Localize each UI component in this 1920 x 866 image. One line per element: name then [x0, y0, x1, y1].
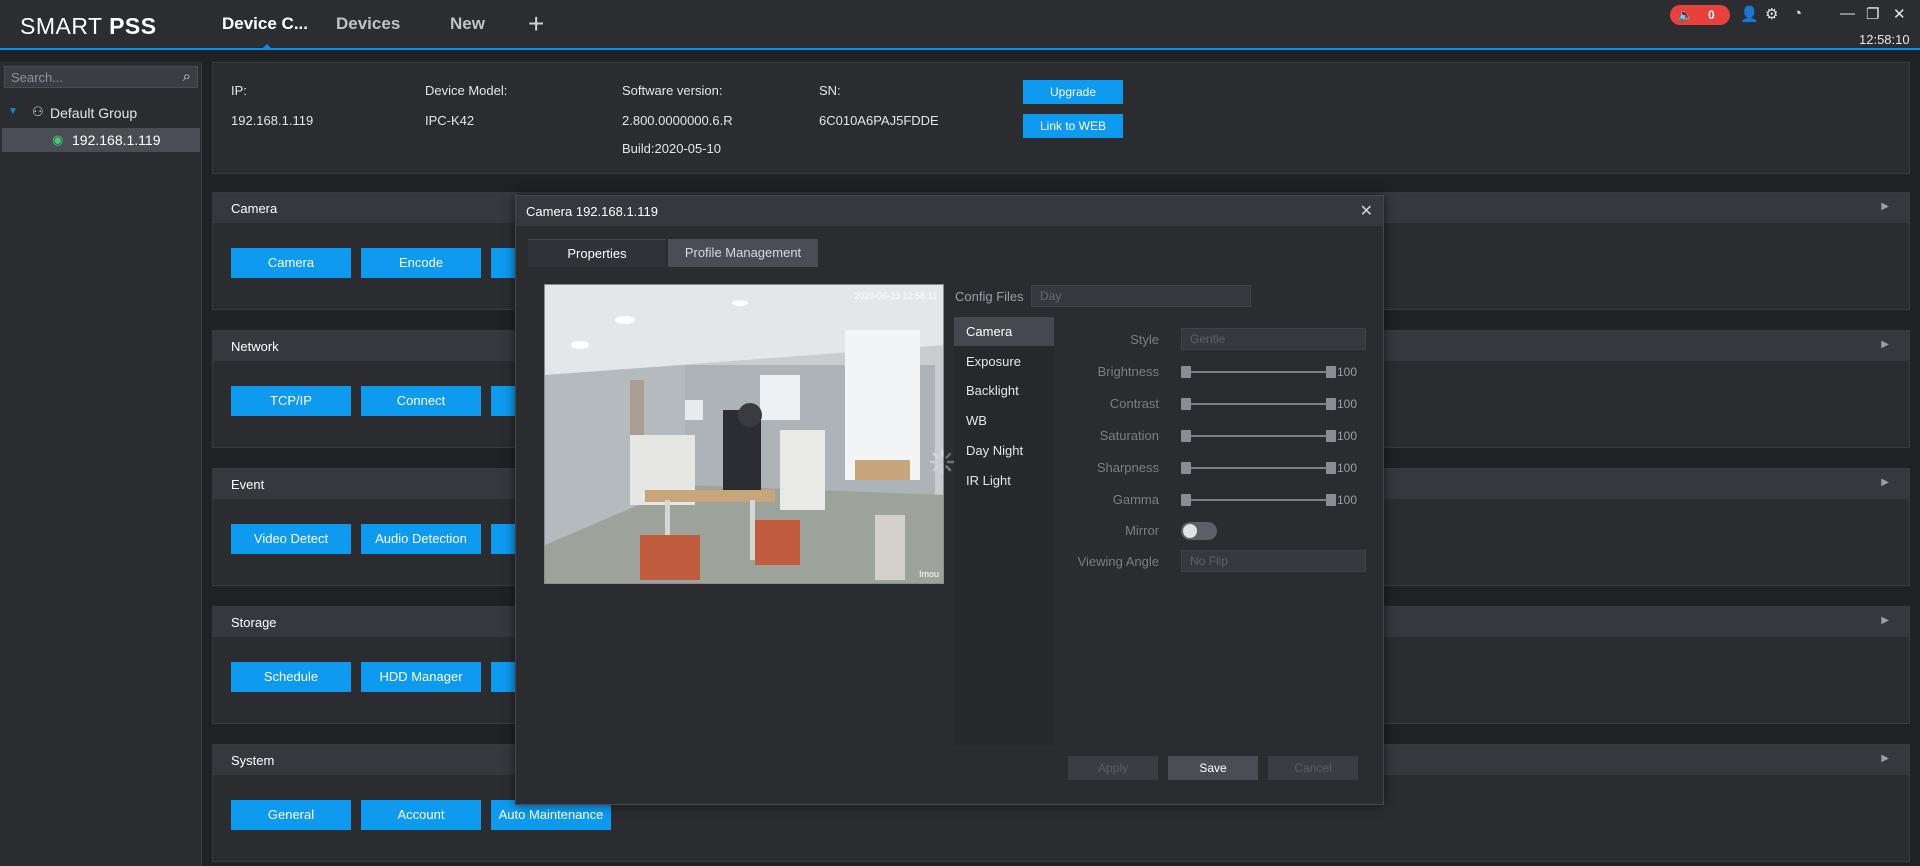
software-value: 2.800.0000000.6.R	[622, 113, 733, 128]
close-icon[interactable]: ✕	[1893, 5, 1906, 23]
group-tree-icon: ⚇	[32, 104, 44, 119]
upgrade-button[interactable]: Upgrade	[1023, 80, 1123, 104]
expand-arrow-icon[interactable]: ▶	[1881, 615, 1889, 626]
sharpness-label: Sharpness	[1096, 460, 1159, 475]
hdd-manager-button[interactable]: HDD Manager	[361, 662, 481, 692]
sharpness-slider[interactable]	[1181, 462, 1336, 474]
brightness-slider[interactable]	[1181, 366, 1336, 378]
camera-watermark: Imou	[918, 569, 939, 579]
viewing-angle-select[interactable]: No Flip	[1181, 550, 1366, 572]
search-input[interactable]	[11, 69, 171, 85]
dialog-title: Camera 192.168.1.119	[526, 204, 659, 219]
camera-button[interactable]: Camera	[231, 248, 351, 278]
app-logo: SMART PSS	[20, 13, 157, 39]
config-files-label: Config Files	[955, 289, 1024, 304]
clock: 12:58:10	[1859, 32, 1910, 47]
section-title: Storage	[231, 615, 277, 630]
general-button[interactable]: General	[231, 800, 351, 830]
search-icon[interactable]: ⌕	[183, 68, 191, 85]
gamma-value: 100	[1337, 493, 1358, 507]
save-button[interactable]: Save	[1168, 756, 1258, 780]
expand-arrow-icon[interactable]: ▶	[1881, 477, 1889, 488]
style-select[interactable]: Gentle	[1181, 328, 1366, 350]
expand-caret-icon[interactable]: ▼	[8, 106, 18, 117]
toggle-knob	[1183, 524, 1197, 538]
apply-button[interactable]: Apply	[1068, 756, 1158, 780]
dialog-close-icon[interactable]: ✕	[1360, 201, 1373, 221]
encode-button[interactable]: Encode	[361, 248, 481, 278]
search-box: ⌕	[4, 66, 198, 88]
sn-label: SN:	[819, 83, 841, 98]
active-tab-indicator	[262, 44, 272, 50]
tab-devices[interactable]: Devices	[336, 14, 400, 34]
expand-arrow-icon[interactable]: ▶	[1881, 753, 1889, 764]
gamma-slider[interactable]	[1181, 494, 1336, 506]
restore-icon[interactable]: ❐	[1866, 5, 1879, 23]
ip-label: IP:	[231, 83, 247, 98]
camera-timestamp: 2020-06-23 12:58:11	[854, 291, 937, 301]
tab-device-config[interactable]: Device C...	[222, 14, 308, 34]
sidebar: ⌕ ▼ ⚇ Default Group ◉ 192.168.1.119	[0, 62, 202, 866]
alarm-badge[interactable]: 🔈 0	[1670, 5, 1730, 25]
gear-icon[interactable]: ⚙	[1765, 5, 1778, 23]
model-value: IPC-K42	[425, 113, 475, 128]
config-files-select[interactable]: Day	[1031, 285, 1251, 307]
tree-group-default[interactable]: ▼ ⚇ Default Group	[6, 102, 200, 124]
top-bar: SMART PSS Device C... Devices New + 🔈 0 …	[0, 0, 1920, 50]
saturation-label: Saturation	[1099, 428, 1159, 443]
sn-value: 6C010A6PAJ5FDDE	[819, 113, 939, 128]
alarm-count: 0	[1708, 8, 1715, 22]
minimize-icon[interactable]: —	[1840, 5, 1855, 22]
camera-dialog: Camera 192.168.1.119 ✕ Properties Profil…	[515, 195, 1384, 805]
add-tab-icon[interactable]: +	[528, 10, 544, 38]
tcpip-button[interactable]: TCP/IP	[231, 386, 351, 416]
expand-arrow-icon[interactable]: ▶	[1881, 201, 1889, 212]
device-info-panel: IP: 192.168.1.119 Device Model: IPC-K42 …	[212, 62, 1910, 174]
style-label: Style	[1130, 332, 1159, 347]
gamma-label: Gamma	[1112, 492, 1159, 507]
contrast-label: Contrast	[1109, 396, 1159, 411]
contrast-slider[interactable]	[1181, 398, 1336, 410]
model-label: Device Model:	[425, 83, 508, 98]
device-label: 192.168.1.119	[72, 132, 161, 148]
section-title: Event	[231, 477, 265, 492]
brightness-value: 100	[1337, 365, 1358, 379]
saturation-value: 100	[1337, 429, 1358, 443]
audio-detection-button[interactable]: Audio Detection	[361, 524, 481, 554]
camera-online-icon: ◉	[52, 132, 64, 147]
saturation-slider[interactable]	[1181, 430, 1336, 442]
user-icon[interactable]: 👤	[1740, 5, 1759, 23]
loading-spinner-icon	[929, 449, 955, 475]
tab-new[interactable]: New	[450, 14, 485, 34]
software-label: Software version:	[622, 83, 723, 98]
camera-scene-image	[545, 285, 943, 583]
cancel-button[interactable]: Cancel	[1268, 756, 1358, 780]
mirror-toggle[interactable]	[1181, 522, 1217, 540]
brightness-label: Brightness	[1097, 364, 1159, 379]
section-title: Network	[231, 339, 279, 354]
mirror-label: Mirror	[1125, 523, 1159, 538]
expand-arrow-icon[interactable]: ▶	[1881, 339, 1889, 350]
dialog-title-bar[interactable]: Camera 192.168.1.119 ✕	[516, 196, 1383, 226]
section-title: System	[231, 753, 275, 768]
ip-value: 192.168.1.119	[231, 113, 314, 128]
connect-button[interactable]: Connect	[361, 386, 481, 416]
group-label: Default Group	[50, 105, 138, 121]
speaker-icon: 🔈	[1678, 8, 1693, 22]
schedule-button[interactable]: Schedule	[231, 662, 351, 692]
section-title: Camera	[231, 201, 278, 216]
sharpness-value: 100	[1337, 461, 1358, 475]
contrast-value: 100	[1337, 397, 1358, 411]
camera-live-view: 2020-06-23 12:58:11 Imou	[544, 284, 944, 584]
build-value: Build:2020-05-10	[622, 141, 722, 156]
account-button[interactable]: Account	[361, 800, 481, 830]
viewing-angle-label: Viewing Angle	[1077, 554, 1159, 569]
tree-item-device[interactable]: ◉ 192.168.1.119	[2, 128, 200, 152]
performance-icon[interactable]: ◔	[1793, 5, 1802, 22]
video-detect-button[interactable]: Video Detect	[231, 524, 351, 554]
link-to-web-button[interactable]: Link to WEB	[1023, 114, 1123, 138]
tab-profile-management[interactable]: Profile Management	[668, 239, 818, 267]
tab-properties[interactable]: Properties	[528, 239, 666, 267]
